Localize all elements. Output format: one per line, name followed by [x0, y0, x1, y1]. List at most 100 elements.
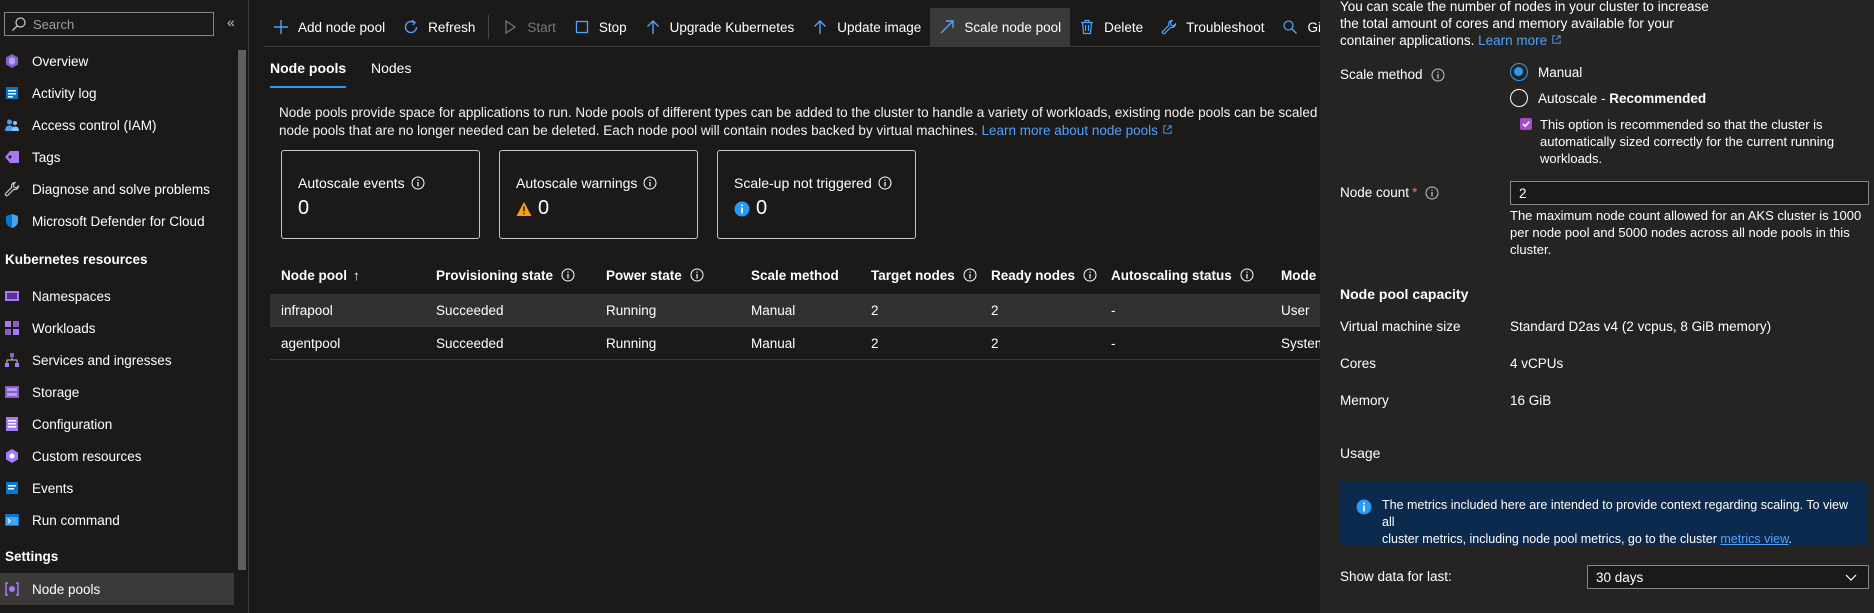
update-image-button[interactable]: Update image — [803, 8, 930, 46]
button-label: Add node pool — [298, 19, 386, 35]
info-icon[interactable] — [411, 176, 425, 190]
scale-method-link[interactable]: Manual — [751, 327, 795, 359]
intro-line-3: container applications. Learn more — [1340, 32, 1720, 49]
card-title-text: Autoscale warnings — [516, 175, 638, 191]
info-icon[interactable] — [963, 268, 977, 282]
intro-line: You can scale the number of nodes in you… — [1340, 0, 1709, 14]
radio-unselected-icon[interactable] — [1510, 89, 1528, 107]
learn-more-node-pools-link[interactable]: Learn more about node pools — [982, 123, 1158, 138]
time-range-dropdown[interactable]: 30 days — [1587, 565, 1869, 589]
radio-label-recommended: Recommended — [1609, 90, 1707, 106]
sidebar-item-storage[interactable]: Storage — [0, 376, 234, 408]
node-pool-link[interactable]: agentpool — [281, 327, 340, 359]
info-icon[interactable] — [1431, 68, 1445, 82]
scale-up-not-triggered-card[interactable]: Scale-up not triggered 0 — [717, 150, 916, 239]
power-state-cell: Running — [606, 335, 657, 351]
sidebar-item-label: Custom resources — [32, 448, 142, 464]
button-label: Stop — [598, 19, 627, 35]
info-icon[interactable] — [561, 268, 575, 282]
refresh-icon — [404, 19, 418, 34]
column-header-node-pool[interactable]: Node pool ↑ — [281, 256, 360, 294]
tab-node-pools[interactable]: Node pools — [270, 60, 346, 76]
table-row[interactable]: agentpool Succeeded Running Manual 2 2 -… — [270, 327, 1320, 360]
button-label: Delete — [1104, 19, 1144, 35]
node-pools-description: Node pools provide space for application… — [279, 104, 1319, 140]
column-header-provisioning-state[interactable]: Provisioning state — [436, 256, 575, 294]
sidebar-item-configuration[interactable]: Configuration — [0, 408, 234, 440]
add-node-pool-button[interactable]: Add node pool — [264, 8, 394, 46]
provisioning-state-cell: Succeeded — [436, 302, 504, 318]
memory-label: Memory — [1340, 393, 1389, 408]
info-filled-icon — [1356, 499, 1372, 515]
sidebar-item-run-command[interactable]: Run command — [0, 504, 234, 536]
sidebar-item-overview[interactable]: Overview — [0, 45, 234, 77]
info-icon[interactable] — [1425, 186, 1439, 200]
autoscale-events-card[interactable]: Autoscale events 0 — [281, 150, 480, 239]
info-text-part: cluster metrics, including node pool met… — [1382, 532, 1717, 546]
info-icon[interactable] — [1083, 268, 1097, 282]
panel-intro: You can scale the number of nodes in you… — [1340, 0, 1720, 49]
column-header-scale-method[interactable]: Scale method — [751, 256, 839, 294]
upgrade-kubernetes-button[interactable]: Upgrade Kubernetes — [636, 8, 804, 46]
external-link-icon — [1163, 125, 1172, 134]
learn-more-link[interactable]: Learn more — [1478, 33, 1547, 48]
card-value: 0 — [516, 197, 697, 220]
sidebar-item-diagnose[interactable]: Diagnose and solve problems — [0, 173, 234, 205]
card-title: Autoscale events — [298, 175, 479, 191]
tab-nodes[interactable]: Nodes — [371, 60, 411, 76]
storage-icon — [5, 386, 19, 398]
info-icon[interactable] — [643, 176, 657, 190]
autoscale-warnings-card[interactable]: Autoscale warnings 0 — [499, 150, 698, 239]
cores-value: 4 vCPUs — [1510, 356, 1564, 371]
start-button[interactable]: Start — [493, 8, 565, 46]
sidebar-item-namespaces[interactable]: Namespaces — [0, 280, 234, 312]
sidebar-item-events[interactable]: Events — [0, 472, 234, 504]
scale-method-manual-radio[interactable]: Manual — [1510, 63, 1582, 81]
sidebar-item-node-pools[interactable]: Node pools — [0, 573, 234, 605]
info-icon[interactable] — [1240, 268, 1254, 282]
overview-icon — [6, 54, 18, 68]
search-input[interactable]: Search — [4, 12, 214, 36]
sidebar-item-services[interactable]: Services and ingresses — [0, 344, 234, 376]
node-pool-link[interactable]: infrapool — [281, 294, 333, 326]
card-value-text: 0 — [538, 197, 550, 219]
column-header-power-state[interactable]: Power state — [606, 256, 704, 294]
node-count-input[interactable]: 2 — [1510, 181, 1869, 205]
card-title: Autoscale warnings — [516, 175, 697, 191]
radio-selected-icon[interactable] — [1510, 63, 1528, 81]
scrollbar-thumb[interactable] — [238, 50, 246, 570]
metrics-view-link[interactable]: metrics view — [1720, 532, 1788, 546]
sidebar-item-tags[interactable]: Tags — [0, 141, 234, 173]
troubleshoot-button[interactable]: Troubleshoot — [1152, 8, 1273, 46]
scale-method-link[interactable]: Manual — [751, 294, 795, 326]
scale-node-pool-panel: You can scale the number of nodes in you… — [1320, 0, 1874, 613]
ready-nodes-link[interactable]: 2 — [991, 327, 999, 359]
column-header-autoscaling-status[interactable]: Autoscaling status — [1111, 256, 1254, 294]
info-icon[interactable] — [690, 268, 704, 282]
stop-button[interactable]: Stop — [565, 8, 636, 46]
sidebar-item-label: Activity log — [32, 85, 97, 101]
sidebar-item-workloads[interactable]: Workloads — [0, 312, 234, 344]
tag-icon — [5, 151, 19, 163]
sidebar-item-custom-resources[interactable]: Custom resources — [0, 440, 234, 472]
sidebar-item-access-control[interactable]: Access control (IAM) — [0, 109, 234, 141]
scale-method-autoscale-radio[interactable]: Autoscale - Recommended — [1510, 89, 1706, 107]
sidebar-item-activity-log[interactable]: Activity log — [0, 77, 234, 109]
sidebar-item-label: Access control (IAM) — [32, 117, 157, 133]
collapse-menu-icon[interactable]: « — [227, 14, 235, 30]
sidebar-scrollbar[interactable] — [236, 40, 248, 613]
scale-node-pool-button[interactable]: Scale node pool — [930, 8, 1071, 46]
events-icon — [6, 482, 18, 494]
card-value: 0 — [734, 197, 915, 220]
refresh-button[interactable]: Refresh — [394, 8, 484, 46]
info-icon[interactable] — [878, 176, 892, 190]
column-header-mode[interactable]: Mode — [1281, 256, 1316, 294]
column-header-ready-nodes[interactable]: Ready nodes — [991, 256, 1097, 294]
column-header-target-nodes[interactable]: Target nodes — [871, 256, 977, 294]
delete-button[interactable]: Delete — [1070, 8, 1152, 46]
node-pools-icon — [5, 582, 19, 596]
sidebar-item-defender[interactable]: Microsoft Defender for Cloud — [0, 205, 234, 237]
ready-nodes-link[interactable]: 2 — [991, 294, 999, 326]
button-label: Scale node pool — [964, 19, 1062, 35]
table-row[interactable]: infrapool Succeeded Running Manual 2 2 -… — [270, 294, 1320, 327]
